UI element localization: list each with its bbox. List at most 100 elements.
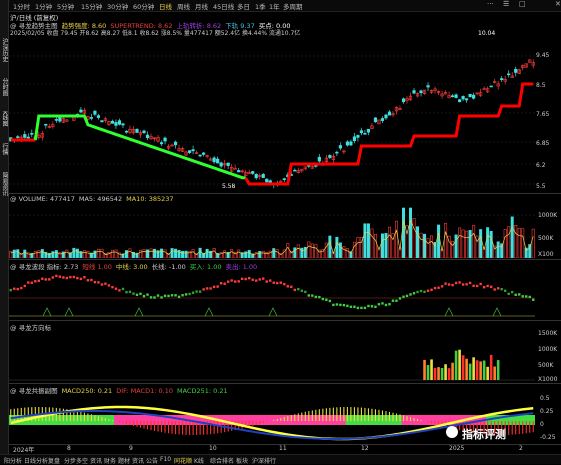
osc-dot [27,281,30,284]
volume-bar [286,243,290,258]
volume-bar [184,250,188,258]
macd-band-segment [114,415,118,425]
bottom-tab[interactable]: 公告 [146,456,158,465]
bottom-tab[interactable]: 财务 [104,456,116,465]
bottom-tab[interactable]: 同花顺 [174,456,192,465]
osc-dot [237,280,240,283]
dragon-tick: X1000 [538,376,558,383]
period-60min[interactable]: 60分钟 [133,1,154,11]
volume-bar [149,248,153,258]
more-icon[interactable]: ··· [487,0,494,8]
osc-dot [276,281,279,285]
dragon-tick: 1000K [538,346,558,353]
osc-dot [69,275,72,279]
candle-body [114,122,118,126]
volume-bar [328,235,332,258]
volume-chart[interactable] [9,203,535,258]
macd-band-segment [261,415,265,425]
osc-dot [90,278,93,282]
candle-body [198,154,202,157]
bottom-tab[interactable]: 阳分析 [4,456,22,465]
osc-dot [307,294,311,297]
volume-bar [472,224,476,258]
period-5min[interactable]: 5分钟 [57,1,74,11]
osc-dot [475,284,479,288]
sidebar-tab-history[interactable]: 沪深历史 [0,30,8,70]
bottom-tab[interactable]: 板块 [236,456,248,465]
period-quarter[interactable]: 1季 [255,1,266,11]
period-monthly[interactable]: 月线 [195,1,208,11]
volume-bar [163,249,167,258]
dragon-direction-chart[interactable] [9,330,535,382]
volume-bar [335,236,339,258]
osc-dot [72,275,76,279]
volume-bar [146,249,150,258]
osc-dot [293,288,296,292]
bottom-tab[interactable]: 题材 [118,456,130,465]
sidebar-tab-timeshare[interactable]: 分时图 [0,72,8,102]
bottom-tab[interactable]: K线 [194,456,204,465]
candle-body [426,85,430,88]
period-1min-share[interactable]: 1分时 [13,1,30,11]
osc-dot [279,281,282,284]
bottom-tab[interactable]: 资讯 [132,456,144,465]
period-year[interactable]: 1年 [269,1,280,11]
osc-dot [472,284,475,288]
buy-signal-triangle [444,307,454,317]
direction-bar [458,349,461,380]
watermark-text: 指标评测 [462,428,506,441]
bottom-tab[interactable]: 沪深排行 [252,456,276,465]
osc-dot [419,289,423,293]
period-multi-cycle[interactable]: 多周期 [283,1,303,11]
osc-dot [412,292,416,295]
osc-dot [514,293,517,296]
candle-body [79,109,83,113]
sidebar-tab-quote[interactable]: 行情 [0,136,8,162]
osc-dot [125,290,128,294]
osc-dot [181,294,184,297]
volume-bar [142,249,146,258]
vol-header-0[interactable]: @ VOLUME: 477417 [10,195,75,203]
candle-body [345,141,349,146]
bottom-tab[interactable]: 综合排名 [210,456,234,465]
volume-bar [345,248,349,258]
bottom-tab[interactable]: 复盘 [48,456,60,465]
direction-bar [468,363,472,380]
period-toolbar: 1分时 1分钟 5分钟 15分钟 30分钟 60分钟 日线 周线 月线 45日线… [9,0,561,12]
window-icon[interactable]: □ [519,0,526,8]
volume-bar [181,251,185,258]
osc-dot [283,282,286,286]
period-1min[interactable]: 1分钟 [35,1,52,11]
volume-bar [93,250,97,258]
osc-dot [177,295,181,299]
bottom-tab[interactable]: 日线分析 [24,456,48,465]
osc-dot [135,293,139,297]
period-30min[interactable]: 30分钟 [107,1,128,11]
period-45day[interactable]: 45日线 [213,1,234,11]
osc-dot [318,295,321,299]
period-15min[interactable]: 15分钟 [81,1,102,11]
osc-dot [314,295,318,299]
direction-bar [451,362,454,380]
candle-body [124,130,129,133]
candlestick-chart[interactable] [9,36,535,192]
sidebar-tab-kline[interactable]: K线图 [0,104,8,134]
volume-bar [223,250,227,258]
period-multiday[interactable]: 多日 [237,1,250,11]
menu-icon[interactable]: ☰ [503,0,509,8]
period-weekly[interactable]: 周线 [177,1,190,11]
candle-body [216,158,220,164]
osc-dot [409,293,412,296]
close-icon[interactable]: ✕ [555,0,561,8]
volume-bar [128,248,132,258]
dragon-tick: 500K [538,362,554,369]
bottom-tab[interactable]: 资讯 [90,456,102,465]
candle-body [254,174,258,179]
sidebar-tab-news[interactable]: 简易资讯 [0,164,8,204]
volume-bar [153,248,157,258]
osc-dot [384,303,388,307]
bottom-tab[interactable]: F10 [160,456,171,463]
period-daily[interactable]: 日线 [159,1,172,11]
oscillator-chart[interactable] [9,268,535,320]
bottom-tab[interactable]: 分步多空 [64,456,88,465]
